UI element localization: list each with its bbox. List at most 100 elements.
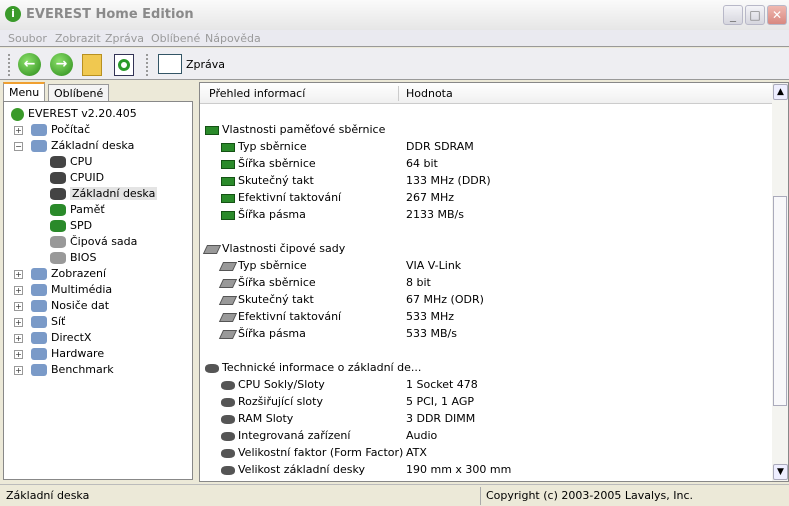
field-label: Typ sběrnice: [238, 140, 307, 153]
tree-item-icon: [31, 364, 47, 376]
tree-item[interactable]: Základní deska: [50, 186, 158, 202]
list-item[interactable]: CPU Sokly/Sloty: [221, 377, 325, 393]
expand-icon[interactable]: +: [14, 366, 23, 375]
tree-item-label: Základní deska: [70, 187, 158, 200]
menu-soubor[interactable]: Soubor: [8, 32, 47, 45]
field-label: Efektivní taktování: [238, 310, 342, 323]
details-pane: Přehled informací Hodnota Vlastnosti pam…: [199, 82, 789, 482]
maximize-button[interactable]: □: [745, 5, 765, 25]
vertical-scrollbar[interactable]: ▲ ▼: [772, 83, 788, 481]
tree-item-label: Základní deska: [51, 139, 135, 152]
tree-item-label: BIOS: [70, 251, 97, 264]
column-header-field[interactable]: Přehled informací: [209, 87, 305, 100]
tree-item[interactable]: Multimédia: [31, 282, 112, 298]
field-value: 1 Socket 478: [406, 378, 478, 391]
column-divider: [398, 86, 399, 101]
expand-icon[interactable]: +: [14, 270, 23, 279]
list-item[interactable]: Rozšiřující sloty: [221, 394, 323, 410]
expand-icon[interactable]: +: [14, 334, 23, 343]
menu-zprava[interactable]: Zpráva: [105, 32, 144, 45]
expand-icon[interactable]: +: [14, 318, 23, 327]
expand-icon[interactable]: +: [14, 350, 23, 359]
list-item[interactable]: Skutečný takt: [218, 292, 314, 308]
tree-item-label: Nosiče dat: [51, 299, 110, 312]
field-label: Integrovaná zařízení: [238, 429, 351, 442]
list-item[interactable]: Efektivní taktování: [218, 309, 342, 325]
field-value: 2133 MB/s: [406, 208, 464, 221]
list-item[interactable]: Integrovaná zařízení: [221, 428, 350, 444]
menu-napoveda[interactable]: Nápověda: [205, 32, 261, 45]
list-item[interactable]: Šířka pásma: [218, 326, 306, 342]
folder-up-icon[interactable]: [82, 54, 102, 76]
list-item[interactable]: Šířka pásma: [221, 207, 306, 223]
toolbar-grip[interactable]: [8, 54, 10, 76]
scroll-thumb[interactable]: [773, 196, 787, 406]
board-icon: [221, 448, 235, 458]
field-value: 190 mm x 300 mm: [406, 463, 512, 476]
close-button[interactable]: ✕: [767, 5, 787, 25]
list-item[interactable]: Skutečný takt: [221, 173, 314, 189]
tree-item-icon: [50, 156, 66, 168]
tree-item[interactable]: BIOS: [50, 250, 96, 266]
list-item[interactable]: RAM Sloty: [221, 411, 293, 427]
tree-item[interactable]: CPUID: [50, 170, 104, 186]
list-item[interactable]: Typ sběrnice: [218, 258, 307, 274]
tree-root-label: EVEREST v2.20.405: [28, 107, 137, 120]
report-icon[interactable]: [158, 54, 182, 74]
refresh-icon[interactable]: [114, 54, 134, 76]
forward-button[interactable]: →: [50, 53, 73, 76]
tree-item[interactable]: Hardware: [31, 346, 104, 362]
tree-root[interactable]: EVEREST v2.20.405: [11, 106, 137, 122]
mem-icon: [205, 125, 219, 135]
list-item[interactable]: Šířka sběrnice: [221, 156, 316, 172]
chip-icon: [202, 244, 222, 254]
menu-zobrazit[interactable]: Zobrazit: [55, 32, 101, 45]
report-button[interactable]: Zpráva: [186, 58, 225, 71]
column-header-value[interactable]: Hodnota: [406, 87, 453, 100]
expand-icon[interactable]: +: [14, 302, 23, 311]
menu-oblibene[interactable]: Oblíbené: [151, 32, 200, 45]
tree-item[interactable]: Paměť: [50, 202, 105, 218]
tree-item[interactable]: Základní deska: [31, 138, 134, 154]
back-button[interactable]: ←: [18, 53, 41, 76]
list-item[interactable]: Velikost základní desky: [221, 462, 365, 478]
tree-item[interactable]: Čipová sada: [50, 234, 137, 250]
tab-menu[interactable]: Menu: [3, 82, 46, 102]
collapse-icon[interactable]: −: [14, 142, 23, 151]
list-item[interactable]: Typ sběrnice: [221, 139, 307, 155]
board-icon: [221, 431, 235, 441]
tree-item-icon: [50, 252, 66, 264]
everest-icon: [11, 107, 24, 121]
expand-icon[interactable]: +: [14, 286, 23, 295]
scroll-down-button[interactable]: ▼: [773, 464, 788, 480]
board-icon: [221, 397, 235, 407]
tree-item[interactable]: Počítač: [31, 122, 90, 138]
status-bar: Základní deska Copyright (c) 2003-2005 L…: [0, 484, 789, 506]
left-pane: Menu Oblíbené EVEREST v2.20.405 Počítač +…: [3, 82, 193, 482]
tree-item-label: Síť: [51, 315, 66, 328]
expand-icon[interactable]: +: [14, 126, 23, 135]
tree-item-label: Zobrazení: [51, 267, 107, 280]
tree-item[interactable]: Benchmark: [31, 362, 114, 378]
field-value: 3 DDR DIMM: [406, 412, 476, 425]
scroll-up-button[interactable]: ▲: [773, 84, 788, 100]
field-label: Typ sběrnice: [238, 259, 307, 272]
tree-item[interactable]: Síť: [31, 314, 65, 330]
tree-item[interactable]: CPU: [50, 154, 92, 170]
list-item[interactable]: Šířka sběrnice: [218, 275, 316, 291]
minimize-button[interactable]: _: [723, 5, 743, 25]
board-icon: [221, 465, 235, 475]
field-label: Šířka pásma: [238, 208, 306, 221]
tree-item[interactable]: Nosiče dat: [31, 298, 109, 314]
tab-oblibene[interactable]: Oblíbené: [48, 84, 110, 102]
list-item[interactable]: Velikostní faktor (Form Factor): [221, 445, 403, 461]
tree-item[interactable]: SPD: [50, 218, 92, 234]
board-icon: [205, 363, 219, 373]
group-title: Technické informace o základní de...: [222, 361, 422, 374]
tree-item[interactable]: Zobrazení: [31, 266, 106, 282]
field-value: 5 PCI, 1 AGP: [406, 395, 475, 408]
group-header: Vlastnosti paměťové sběrnice: [205, 122, 385, 138]
list-item[interactable]: Efektivní taktování: [221, 190, 341, 206]
tree-item[interactable]: DirectX: [31, 330, 91, 346]
tree-item-icon: [31, 332, 47, 344]
